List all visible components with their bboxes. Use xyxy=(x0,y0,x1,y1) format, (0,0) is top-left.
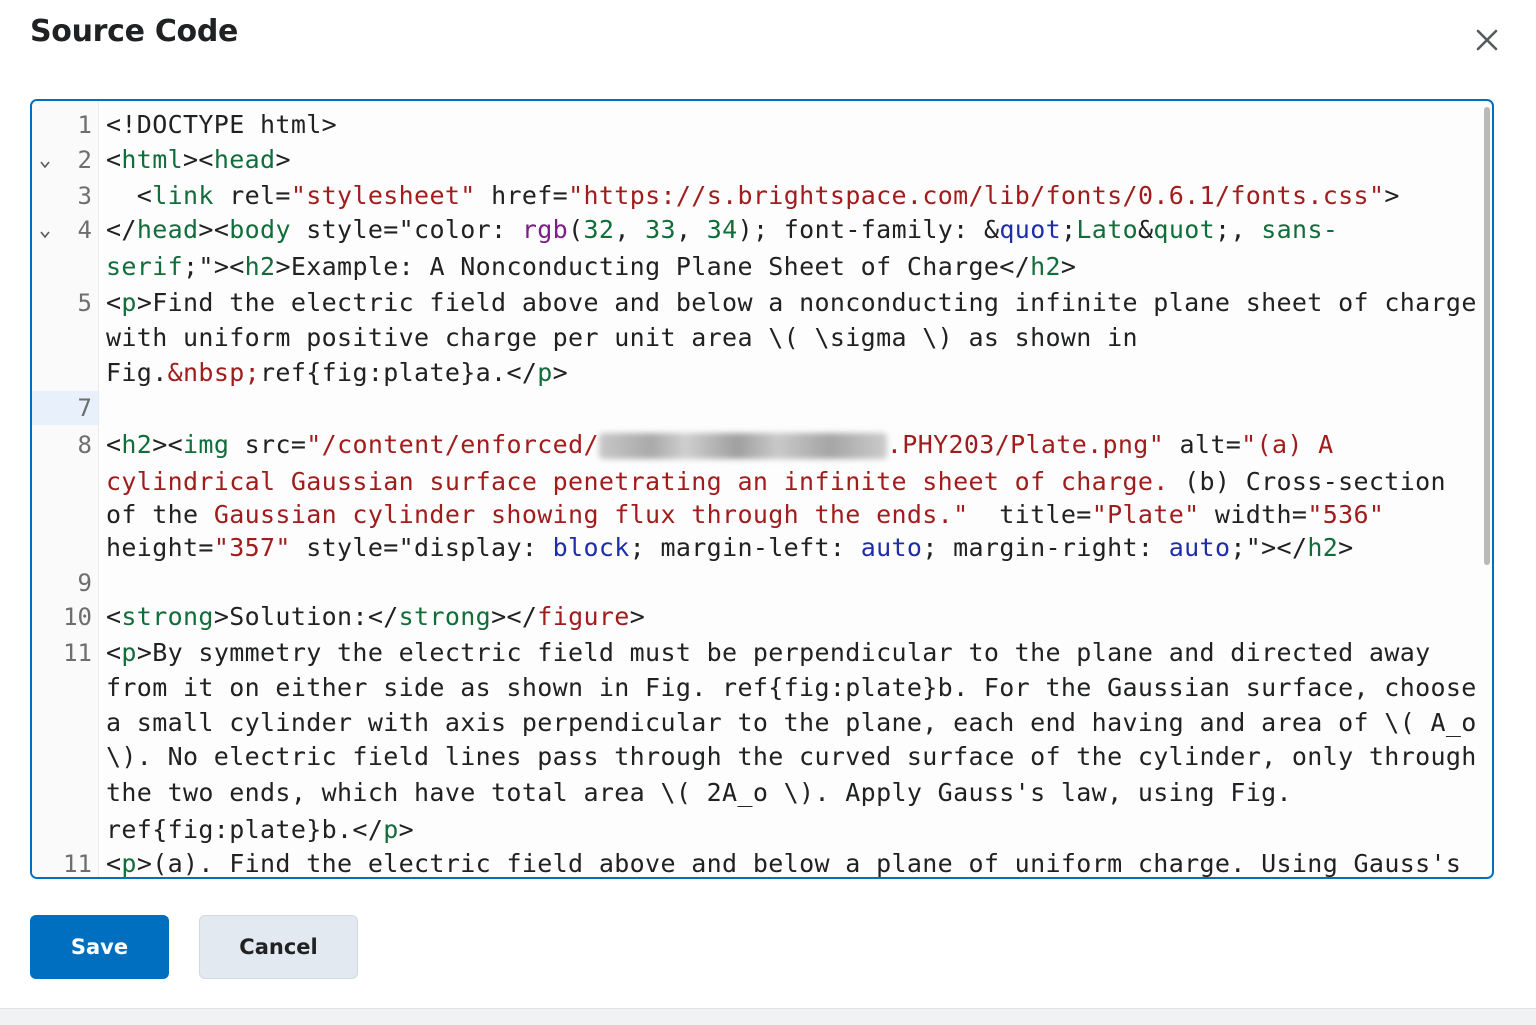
code-line: <p>(a). Find the electric field above an… xyxy=(106,849,1462,878)
code-line-wrap: a small cylinder with axis perpendicular… xyxy=(106,708,1477,737)
redacted-path xyxy=(598,433,887,459)
line-number: 10 xyxy=(63,603,92,631)
line-number: 3 xyxy=(77,182,92,210)
line-number: 5 xyxy=(77,289,92,317)
code-line-wrap: ref{fig:plate}b.</p> xyxy=(106,815,415,844)
code-line: <link rel="stylesheet" href="https://s.b… xyxy=(106,181,1400,210)
code-editor[interactable]: 1 2 3 4 5 7 8 9 10 11 11 <!DOCTYPE html>… xyxy=(30,99,1494,879)
code-line: </head><body style="color: rgb(32, 33, 3… xyxy=(106,215,1339,244)
code-line: <html><head> xyxy=(106,145,291,174)
code-line-wrap: \). No electric field lines pass through… xyxy=(106,742,1477,771)
line-number: 1 xyxy=(77,111,92,139)
code-line-wrap: with uniform positive charge per unit ar… xyxy=(106,323,1138,352)
code-line: <strong>Solution:</strong></figure> xyxy=(106,602,646,631)
line-number-gutter: 1 2 3 4 5 7 8 9 10 11 11 xyxy=(32,101,99,877)
vertical-scrollbar[interactable] xyxy=(1484,107,1490,565)
line-number: 7 xyxy=(77,394,92,422)
line-number: 9 xyxy=(77,569,92,597)
code-line-wrap: the two ends, which have total area \( 2… xyxy=(106,778,1292,807)
code-line: <p>Find the electric field above and bel… xyxy=(106,288,1477,317)
dialog-title: Source Code xyxy=(30,14,239,49)
code-line-wrap: serif;"><h2>Example: A Nonconducting Pla… xyxy=(106,252,1077,281)
line-number: 4 xyxy=(77,216,92,244)
line-number: 2 xyxy=(77,146,92,174)
code-line-wrap: of the Gaussian cylinder showing flux th… xyxy=(106,500,1385,529)
code-line-wrap: from it on either side as shown in Fig. … xyxy=(106,673,1477,702)
line-number: 11 xyxy=(63,850,92,878)
code-line: <p>By symmetry the electric field must b… xyxy=(106,638,1431,667)
close-button[interactable] xyxy=(1464,20,1510,60)
save-button[interactable]: Save xyxy=(30,915,169,979)
code-line-wrap: Fig.&nbsp;ref{fig:plate}a.</p> xyxy=(106,358,569,387)
code-line-wrap: height="357" style="display: block; marg… xyxy=(106,533,1354,562)
code-line: <!DOCTYPE html> xyxy=(106,110,338,139)
dialog-bottom-edge xyxy=(0,1008,1536,1025)
code-line: <h2><img src="/content/enforced/.PHY203/… xyxy=(106,430,1334,459)
line-number: 11 xyxy=(63,639,92,667)
cancel-button[interactable]: Cancel xyxy=(199,915,358,979)
code-line-wrap: cylindrical Gaussian surface penetrating… xyxy=(106,467,1446,496)
close-icon xyxy=(1476,29,1498,51)
line-number: 8 xyxy=(77,431,92,459)
